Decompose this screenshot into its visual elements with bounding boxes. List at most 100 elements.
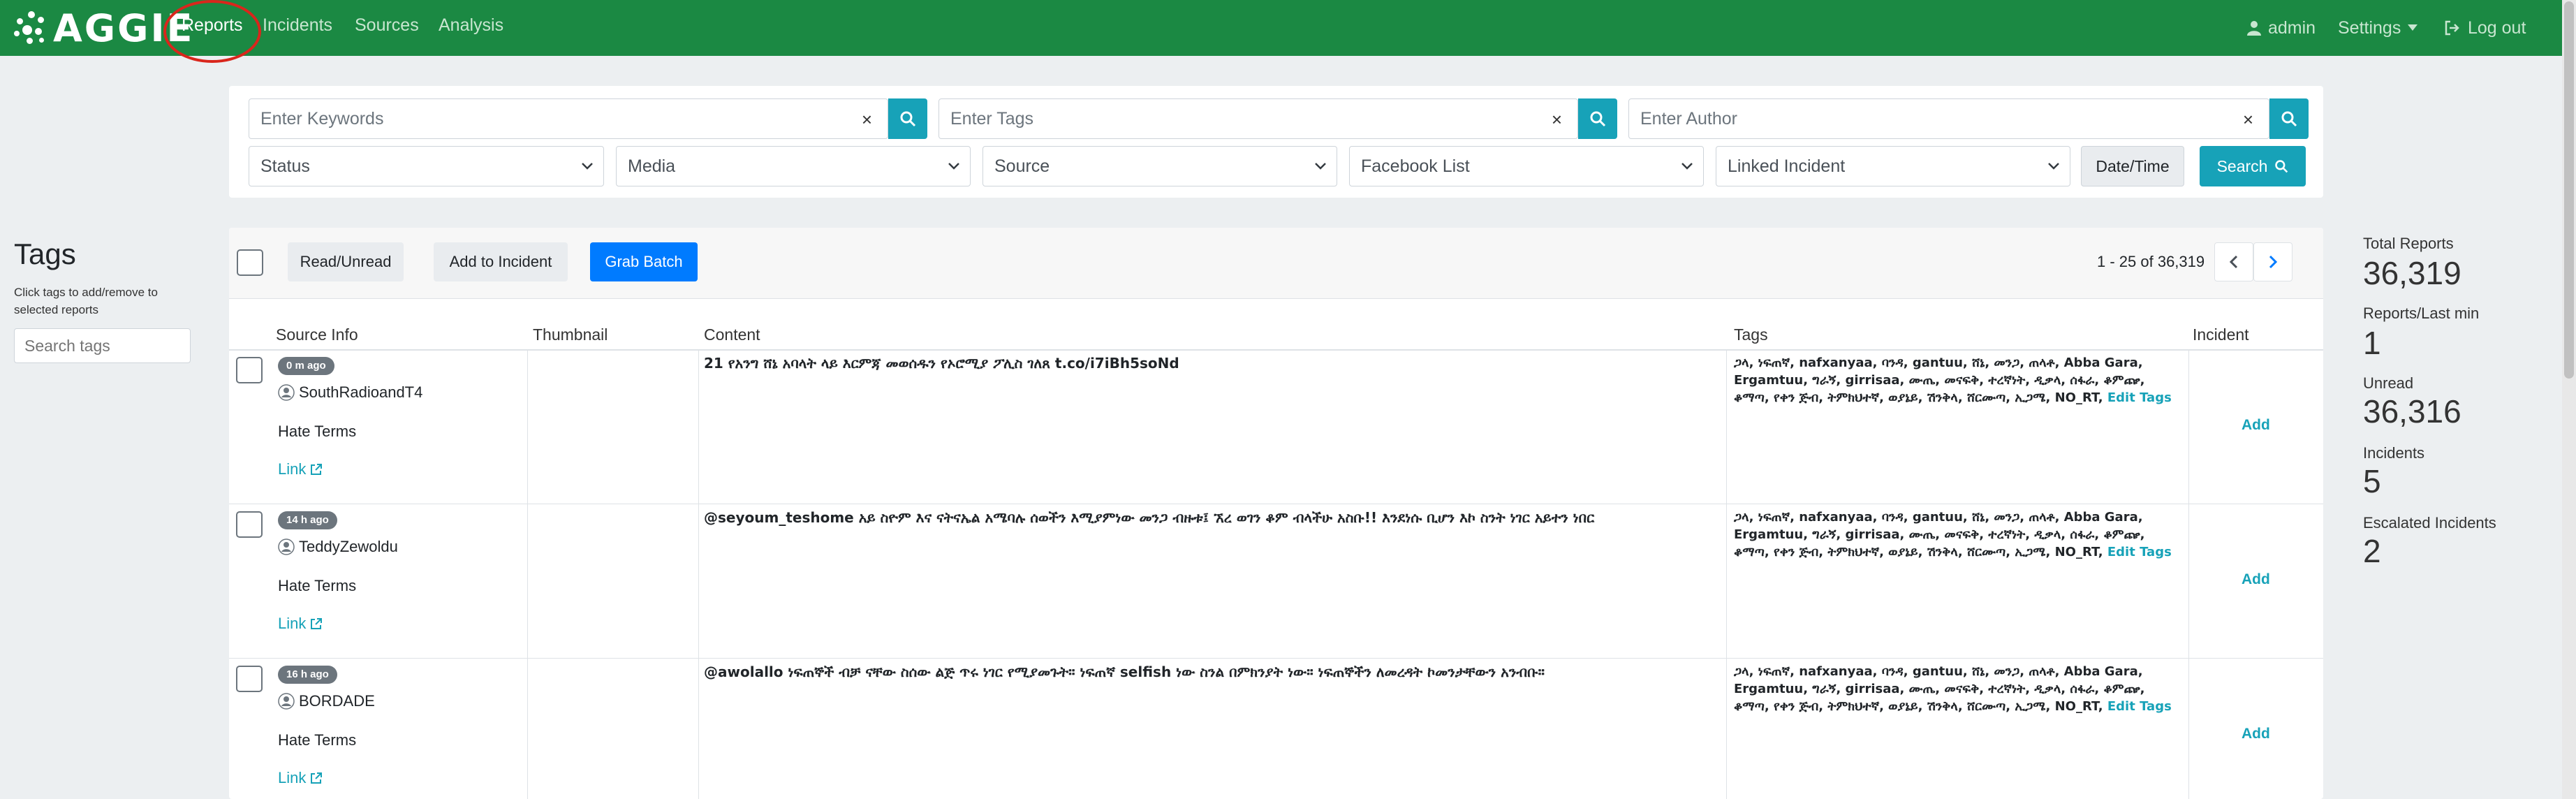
report-link-label: Link <box>278 460 307 478</box>
report-author[interactable]: SouthRadioandT4 <box>278 383 422 402</box>
tags-search-button[interactable] <box>1578 98 1617 139</box>
clear-author-icon[interactable]: × <box>2243 109 2253 131</box>
nav-analysis[interactable]: Analysis <box>439 0 503 56</box>
user-avatar-icon <box>278 538 295 555</box>
keywords-search-button[interactable] <box>888 98 927 139</box>
clear-tags-icon[interactable]: × <box>1552 109 1562 131</box>
caret-down-icon <box>2408 24 2418 31</box>
add-incident-link[interactable]: Add <box>2242 417 2270 434</box>
clear-keywords-icon[interactable]: × <box>862 109 872 131</box>
author-name: TeddyZewoldu <box>299 538 398 555</box>
column-divider <box>527 659 528 799</box>
nav-username: admin <box>2268 18 2316 38</box>
add-to-incident-button[interactable]: Add to Incident <box>434 242 568 281</box>
nav-logout[interactable]: Log out <box>2444 0 2526 56</box>
row-checkbox[interactable] <box>236 666 263 692</box>
linked-incident-select[interactable]: Linked Incident <box>1716 146 2070 186</box>
author-input[interactable] <box>1629 99 2269 138</box>
tags-search-input[interactable] <box>15 329 190 362</box>
search-button[interactable]: Search <box>2200 146 2306 186</box>
report-link[interactable]: Link <box>278 615 323 633</box>
report-tags-list: ጋላ, ነፍጠኛ, nafxanyaa, ባንዳ, gantuu, ሸኔ, መን… <box>1734 664 2145 714</box>
chevron-left-icon <box>2229 255 2238 269</box>
report-link-label: Link <box>278 769 307 786</box>
stat-incidents-label: Incidents <box>2363 444 2425 462</box>
linked-incident-select-value: Linked Incident <box>1728 156 1846 176</box>
facebook-list-select-value: Facebook List <box>1361 156 1470 176</box>
next-page-button[interactable] <box>2253 242 2292 281</box>
scrollbar-thumb[interactable] <box>2564 1 2574 379</box>
nav-settings-dropdown[interactable]: Settings <box>2338 0 2418 56</box>
chevron-down-icon <box>1315 163 1326 170</box>
row-checkbox[interactable] <box>236 357 263 383</box>
tags-search-field[interactable] <box>14 328 191 363</box>
report-tags: ጋላ, ነፍጠኛ, nafxanyaa, ባንዳ, gantuu, ሸኔ, መን… <box>1734 508 2181 561</box>
stat-incidents-value: 5 <box>2363 463 2381 499</box>
user-icon <box>2247 21 2261 36</box>
column-divider <box>527 350 528 504</box>
search-button-label: Search <box>2216 156 2268 175</box>
nav-sources[interactable]: Sources <box>355 0 419 56</box>
media-select[interactable]: Media <box>616 146 971 186</box>
report-link[interactable]: Link <box>278 769 323 787</box>
add-incident-link[interactable]: Add <box>2242 571 2270 588</box>
edit-tags-link[interactable]: Edit Tags <box>2107 390 2172 405</box>
external-link-icon <box>311 772 323 784</box>
pagination-text: 1 - 25 of 36,319 <box>2097 253 2205 270</box>
source-select[interactable]: Source <box>982 146 1337 186</box>
report-tags: ጋላ, ነፍጠኛ, nafxanyaa, ባንዳ, gantuu, ሸኔ, መን… <box>1734 354 2181 406</box>
source-type: Hate Terms <box>278 731 357 749</box>
col-thumbnail: Thumbnail <box>533 325 608 344</box>
author-name: SouthRadioandT4 <box>299 383 423 401</box>
column-divider <box>698 659 699 799</box>
tags-field[interactable]: × <box>939 98 1578 139</box>
author-search-button[interactable] <box>2269 98 2309 139</box>
tags-sidebar-help: Click tags to add/remove to selected rep… <box>14 286 158 316</box>
edit-tags-link[interactable]: Edit Tags <box>2107 699 2172 714</box>
chevron-down-icon <box>582 163 593 170</box>
report-tags-list: ጋላ, ነፍጠኛ, nafxanyaa, ባንዳ, gantuu, ሸኔ, መን… <box>1734 355 2145 405</box>
reports-panel: Read/Unread Add to Incident Grab Batch 1… <box>229 228 2323 799</box>
report-author[interactable]: TeddyZewoldu <box>278 538 398 556</box>
user-avatar-icon <box>278 693 295 710</box>
status-select-value: Status <box>260 156 310 176</box>
stat-escalated-label: Escalated Incidents <box>2363 514 2496 532</box>
nav-incidents[interactable]: Incidents <box>263 0 332 56</box>
time-badge: 14 h ago <box>278 511 337 529</box>
read-unread-button[interactable]: Read/Unread <box>288 242 404 281</box>
user-avatar-icon <box>278 384 295 401</box>
column-divider <box>527 504 528 659</box>
row-checkbox[interactable] <box>236 511 263 538</box>
add-incident-link[interactable]: Add <box>2242 726 2270 742</box>
status-select[interactable]: Status <box>249 146 604 186</box>
report-link[interactable]: Link <box>278 460 323 478</box>
keywords-field[interactable]: × <box>249 98 888 139</box>
report-author[interactable]: BORDADE <box>278 692 375 710</box>
external-link-icon <box>311 464 323 475</box>
column-divider <box>2188 350 2189 504</box>
keywords-input[interactable] <box>249 99 888 138</box>
stat-unread-value: 36,316 <box>2363 393 2461 430</box>
stat-per-min-value: 1 <box>2363 325 2381 361</box>
col-source-info: Source Info <box>276 325 358 344</box>
prev-page-button[interactable] <box>2214 242 2253 281</box>
column-divider <box>2188 659 2189 799</box>
tags-sidebar-title: Tags <box>14 237 76 270</box>
nav-logout-label: Log out <box>2468 18 2526 38</box>
column-divider <box>698 504 699 659</box>
filter-panel: × × × Status Media Source Facebook List … <box>229 86 2323 198</box>
author-field[interactable]: × <box>1628 98 2269 139</box>
table-row[interactable]: 16 h ago BORDADE Hate Terms Link @awolal… <box>229 659 2323 799</box>
chevron-down-icon <box>948 163 959 170</box>
date-time-button[interactable]: Date/Time <box>2081 146 2184 186</box>
table-row[interactable]: 14 h ago TeddyZewoldu Hate Terms Link @s… <box>229 504 2323 659</box>
grab-batch-button[interactable]: Grab Batch <box>590 242 698 281</box>
select-all-checkbox[interactable] <box>237 249 263 276</box>
edit-tags-link[interactable]: Edit Tags <box>2107 545 2172 559</box>
chevron-down-icon <box>1681 163 1693 170</box>
table-row[interactable]: 0 m ago SouthRadioandT4 Hate Terms Link … <box>229 350 2323 504</box>
tags-input[interactable] <box>939 99 1577 138</box>
page-scrollbar[interactable] <box>2562 0 2576 799</box>
facebook-list-select[interactable]: Facebook List <box>1349 146 1704 186</box>
nav-user-menu[interactable]: admin <box>2247 0 2316 56</box>
